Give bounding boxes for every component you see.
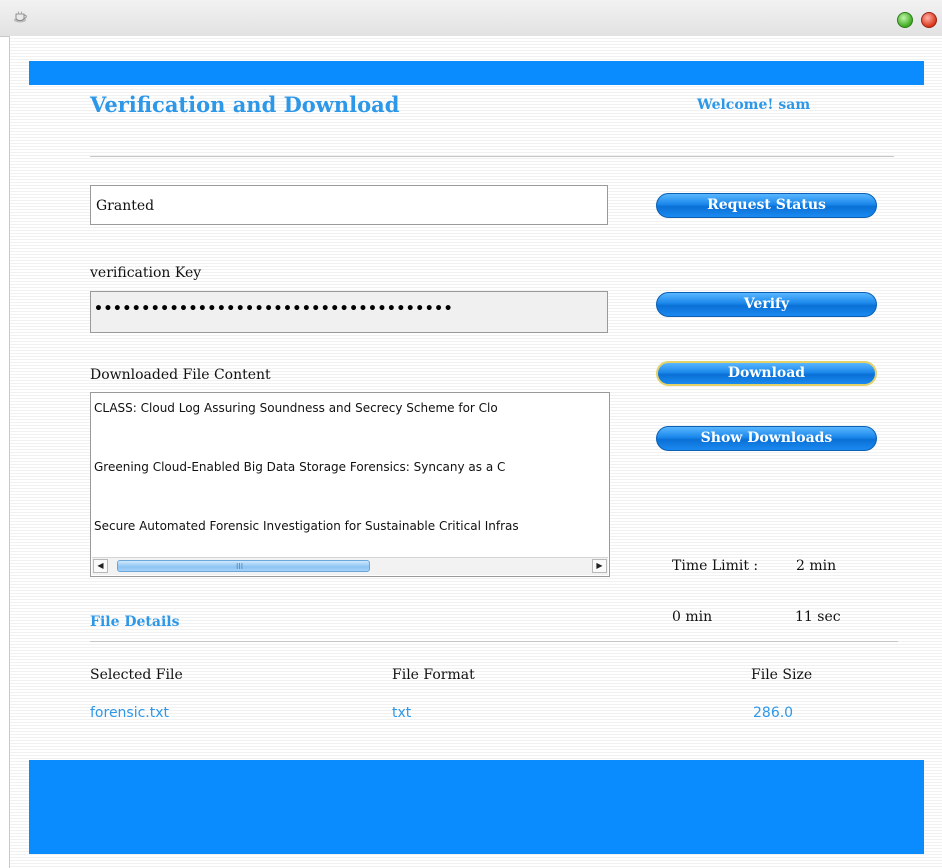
verify-button[interactable]: Verify — [656, 292, 877, 317]
title-bar — [0, 0, 942, 37]
file-size-value: 286.0 — [753, 705, 794, 721]
file-size-header: File Size — [751, 667, 813, 683]
show-downloads-button[interactable]: Show Downloads — [656, 426, 877, 451]
page-title: Verification and Download — [90, 92, 400, 117]
selected-file-value: forensic.txt — [90, 705, 170, 721]
footer-band — [29, 760, 924, 854]
header-divider — [90, 156, 894, 157]
time-limit-value: 2 min — [796, 558, 837, 574]
elapsed-seconds: 11 sec — [795, 609, 841, 625]
coffee-cup-icon — [14, 11, 27, 23]
list-item[interactable]: Secure Automated Forensic Investigation … — [94, 519, 608, 533]
verification-key-label: verification Key — [90, 265, 202, 281]
download-button[interactable]: Download — [656, 361, 877, 386]
header-band — [29, 61, 924, 85]
welcome-text: Welcome! sam — [697, 97, 811, 113]
downloaded-file-list[interactable]: CLASS: Cloud Log Assuring Soundness and … — [90, 392, 610, 577]
file-format-header: File Format — [392, 667, 475, 683]
selected-file-header: Selected File — [90, 667, 183, 683]
file-format-value: txt — [392, 705, 412, 721]
scroll-right-icon[interactable]: ▶ — [592, 559, 607, 573]
list-item[interactable]: CLASS: Cloud Log Assuring Soundness and … — [94, 401, 608, 415]
scroll-thumb[interactable]: III — [117, 560, 370, 572]
close-icon[interactable] — [921, 12, 937, 28]
list-item[interactable]: Greening Cloud-Enabled Big Data Storage … — [94, 460, 608, 474]
file-details-divider — [90, 641, 898, 642]
time-limit-label: Time Limit : — [672, 558, 759, 574]
file-details-title: File Details — [90, 614, 180, 630]
downloaded-file-content-label: Downloaded File Content — [90, 367, 271, 383]
verification-key-field[interactable]: •••••••••••••••••••••••••••••••••••••• — [90, 291, 608, 333]
maximize-icon[interactable] — [897, 12, 913, 28]
scroll-left-icon[interactable]: ◀ — [93, 559, 108, 573]
elapsed-minutes: 0 min — [672, 609, 713, 625]
request-status-button[interactable]: Request Status — [656, 193, 877, 218]
request-status-field[interactable]: Granted — [90, 185, 608, 225]
horizontal-scrollbar[interactable]: ◀ III ▶ — [92, 557, 608, 575]
grip-icon: III — [236, 562, 244, 571]
